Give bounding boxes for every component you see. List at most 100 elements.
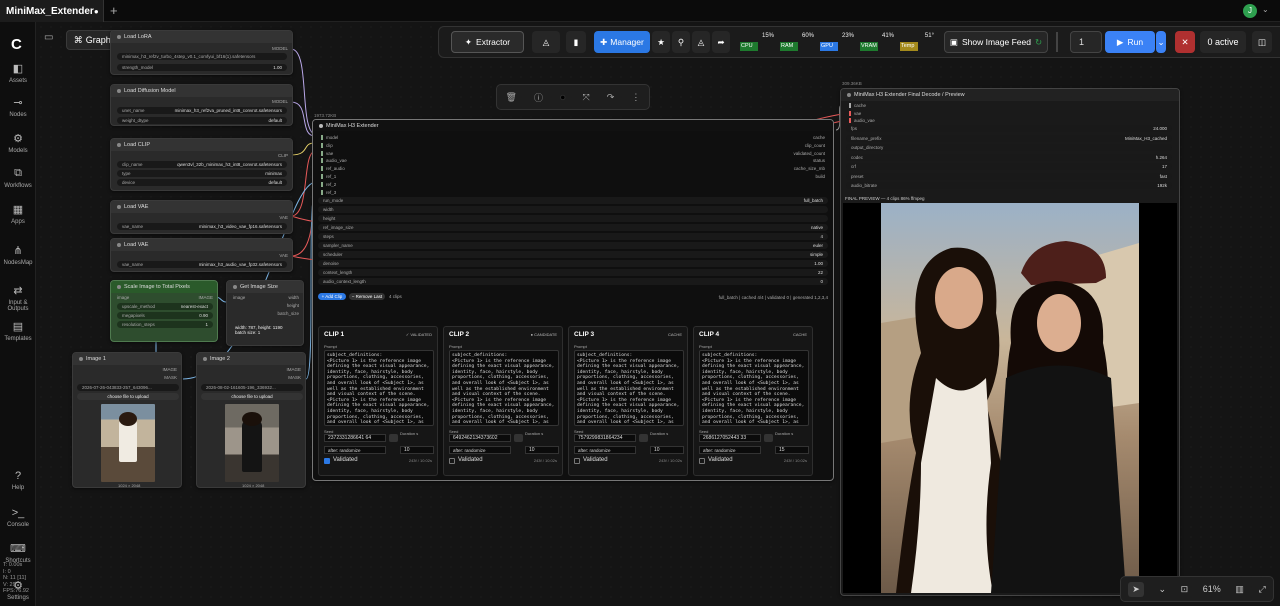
stop-icon[interactable]: ✕ [1175,31,1195,53]
widget-codec[interactable]: codec h.264 [846,153,1172,161]
output-vae[interactable]: VAE [279,215,288,220]
avatar[interactable]: J [1243,4,1257,18]
clip-type-widget[interactable]: type minimax [117,170,287,177]
sidebar-item-templates[interactable]: ▤ Templates [0,320,36,342]
node-get-image-size[interactable]: Get Image Size image width height batch_… [226,280,304,346]
widget-preset[interactable]: preset fast [846,172,1172,180]
input-audio-vae[interactable]: audio_vae [321,158,347,164]
duration-input[interactable]: 10 [650,446,684,454]
image-file-select[interactable]: 2026-07-26-043833-257_643096... [77,384,179,391]
input-image[interactable]: image [233,295,245,300]
node-load-clip[interactable]: Load CLIP CLIP clip_name qwen3vl_32b_mini… [110,138,293,191]
output-image[interactable]: IMAGE [286,367,301,372]
clip-card-4[interactable]: CLIP 4 CACHE Prompt subject_definitions: <P… [693,326,813,476]
logo-icon[interactable]: C [11,36,22,53]
image-file-select[interactable]: 2026-08-02-161605-196_336932... [201,384,303,391]
output-image[interactable]: IMAGE [162,367,177,372]
chevron-down-icon[interactable]: ⌄ [1158,584,1166,595]
after-generate-select[interactable]: after: randomize [574,446,636,454]
upload-button[interactable]: choose file to upload [201,393,303,400]
clip-card-3[interactable]: CLIP 3 CACHE Prompt subject_definitions: <P… [568,326,688,476]
widget-audio-context-length[interactable]: audio_context_length 0 [318,278,828,285]
zoom-level[interactable]: 61% [1203,584,1221,594]
new-tab-button[interactable]: + [110,3,118,18]
output-image[interactable]: IMAGE [198,295,213,300]
prompt-textarea[interactable]: subject_definitions: <Picture 1> is the … [574,350,684,426]
sidebar-item-nodesmap[interactable]: ⋔ NodesMap [0,244,36,266]
share-icon[interactable]: ➦ [712,31,730,53]
widget-ref-image-size[interactable]: ref_image_size native [318,224,828,231]
widget-audio-bitrate[interactable]: audio_bitrate 192k [846,182,1172,189]
output-mask[interactable]: MASK [164,375,177,380]
sidebar-item-models[interactable]: ⚙ Models [0,132,36,154]
output-vae[interactable]: VAE [279,253,288,258]
output-build[interactable]: build [815,174,825,179]
trash-icon[interactable]: 🗑 [506,92,517,103]
upload-button[interactable]: choose file to upload [77,393,179,400]
widget-fps[interactable]: fps 24.000 [846,125,1172,132]
widget-width[interactable]: width [318,206,828,213]
side-panel-icon[interactable]: ◫ [1252,31,1272,53]
chevron-down-icon[interactable]: ⌄ [1262,5,1269,14]
seed-input[interactable]: 2372331286641 64 [324,434,386,442]
input-clip[interactable]: clip [321,142,333,148]
color-picker-icon[interactable]: ● [560,92,565,102]
sidebar-item-shortcuts[interactable]: ⌨ Shortcuts [0,542,36,564]
prompt-textarea[interactable]: subject_definitions: <Picture 1> is the … [324,350,434,426]
dice-icon[interactable] [764,434,773,442]
widget-scheduler[interactable]: scheduler simple [318,251,828,258]
strength-widget[interactable]: strength_model 1.00 [117,64,287,71]
manager-button[interactable]: ✚ Manager [594,31,650,53]
input-image[interactable]: image [117,295,129,300]
widget-output-directory[interactable]: output_directory [846,144,1172,151]
output-status[interactable]: status [813,158,825,163]
output-width[interactable]: width [288,295,299,300]
resolution-steps-widget[interactable]: resolution_steps 1 [117,321,213,328]
sidebar-item-workflows[interactable]: ⧉ Workflows [0,167,36,189]
tab-minimax-extender[interactable]: MiniMax_Extender ● [0,0,104,22]
output-cache[interactable]: cache [813,135,825,140]
clip-name-widget[interactable]: clip_name qwen3vl_32b_minimax_h3_int8_con… [117,161,287,168]
after-generate-select[interactable]: after: randomize [699,446,761,454]
queue-count-input[interactable]: 1 [1070,31,1102,53]
duration-input[interactable]: 15 [775,446,809,454]
dice-icon[interactable] [389,434,398,442]
run-options-chevron-icon[interactable]: ⌄ [1156,31,1166,53]
seed-input[interactable]: 7579299831864234 [574,434,636,442]
panel-toggle-icon[interactable]: ▭ [44,32,53,43]
dice-icon[interactable] [639,434,648,442]
logo-button[interactable]: ◬ [532,31,560,53]
node-load-diffusion-model[interactable]: Load Diffusion Model MODEL unet_name mini… [110,84,293,126]
duration-input[interactable]: 10 [525,446,559,454]
upscale-method-widget[interactable]: upscale_method nearest-exact [117,303,213,310]
input-ref-3[interactable]: ref_3 [321,189,336,195]
clip-card-2[interactable]: CLIP 2 ● CANDIDATE Prompt subject_definitio… [443,326,563,476]
graph-canvas[interactable]: ▭ ⌘Graph⌄ ✦Extractor ◬ ▮ ✚Manager ★ ⚲ ◬ … [36,22,1280,606]
unet-name-widget[interactable]: unet_name minimax_h3_ref2va_pruned_int8_c… [117,107,287,114]
node-load-vae-video[interactable]: Load VAE VAE vae_name minimax_h3_video_va… [110,200,293,234]
run-button[interactable]: ▶ Run [1105,31,1155,53]
output-mask[interactable]: MASK [288,375,301,380]
validated-checkbox[interactable] [449,458,455,464]
node-image-2[interactable]: Image 2 IMAGE MASK 2026-08-02-161605-196… [196,352,306,488]
link-visibility-icon[interactable]: ⤢ [1258,584,1265,595]
extractor-button[interactable]: ✦ Extractor [451,31,524,53]
widget-crf[interactable]: crf 17 [846,163,1172,170]
widget-run-mode[interactable]: run_mode full_batch [318,197,828,204]
validated-checkbox[interactable] [324,458,330,464]
input-ref-audio[interactable]: ref_audio [321,166,345,172]
cursor-icon[interactable]: ➤ [1128,581,1144,597]
validated-checkbox[interactable] [699,458,705,464]
output-batch-size[interactable]: batch_size [277,311,299,316]
sidebar-item-apps[interactable]: ▦ Apps [0,203,36,225]
after-generate-select[interactable]: after: randomize [449,446,511,454]
node-image-1[interactable]: Image 1 IMAGE MASK 2026-07-26-043833-257… [72,352,182,488]
remove-last-button[interactable]: − Remove Last [349,293,385,300]
input-ref-1[interactable]: ref_1 [321,174,336,179]
widget-sampler-name[interactable]: sampler_name euler [318,242,828,249]
logo-small-icon[interactable]: ◬ [692,31,710,53]
fit-icon[interactable]: ⤧ [583,92,590,103]
active-queue-button[interactable]: 0 active [1200,31,1246,53]
star-icon[interactable]: ★ [652,31,670,53]
widget-filename-prefix[interactable]: filename_prefix MiniMax_H3_cached [846,134,1172,142]
